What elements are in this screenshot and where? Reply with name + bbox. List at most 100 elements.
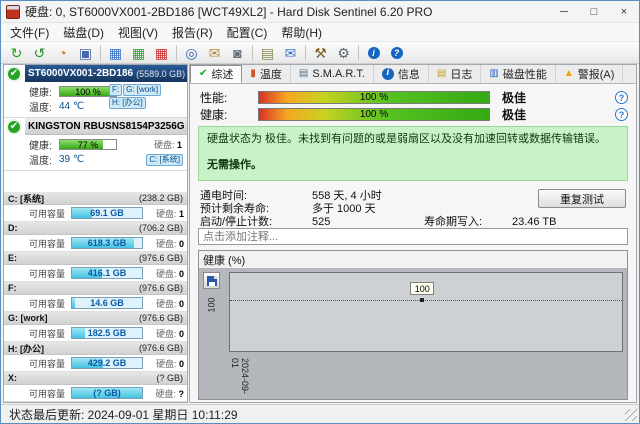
chart-plot[interactable]: 100 xyxy=(229,272,623,352)
status-bar: 状态最后更新: 2024-09-01 星期日 10:11:29 xyxy=(1,404,639,423)
resize-grip[interactable] xyxy=(625,409,637,421)
chart-x-tick: 2024-09-01 xyxy=(230,358,250,399)
title-bar[interactable]: 硬盘: 0, ST6000VX001-2BD186 [WCT49XL2] - H… xyxy=(1,1,639,23)
status-text: 硬盘状态为 极佳。未找到有问题的或是弱扇区以及没有加速回转或数据传输错误。 xyxy=(207,132,619,147)
temperature-tab-icon: ▮ xyxy=(250,69,256,79)
health-help-icon[interactable]: ? xyxy=(615,108,628,121)
disk-number-badge: 硬盘: 0 xyxy=(156,297,187,310)
tab-label: 信息 xyxy=(398,66,420,82)
help-icon-button[interactable]: ? xyxy=(385,43,408,63)
disk-number-badge: 硬盘: 1 xyxy=(154,138,185,151)
refresh-icon-button[interactable]: ↻ xyxy=(5,43,28,63)
temperature-chart-icon-button[interactable]: ▦ xyxy=(104,43,127,63)
performance-help-icon[interactable]: ? xyxy=(615,91,628,104)
disk-number-value: 0 xyxy=(179,359,184,369)
content-area: ✔ ST6000VX001-2BD186 (5589.0 GB) 硬盘: 0 健… xyxy=(3,64,637,403)
menu-item-config[interactable]: 配置(C) xyxy=(220,22,275,43)
tools-icon-button[interactable]: ⚒ xyxy=(309,43,332,63)
disk-item-1[interactable]: ✔ KINGSTON RBUSNS8154P3256G (238.5 GB) 健… xyxy=(4,118,187,171)
disk-size: (5589.0 GB) xyxy=(136,69,185,79)
partition-item-7[interactable]: Y:(? GB)可用容量(? GB)硬盘: ? xyxy=(4,402,187,403)
disk-number-badge: 硬盘: 0 xyxy=(156,267,187,280)
free-space-bar: 182.5 GB xyxy=(71,327,143,339)
disk-number-label: 硬盘: xyxy=(154,140,175,150)
toolbar-separator xyxy=(305,45,306,61)
tab-smart[interactable]: ▤S.M.A.R.T. xyxy=(291,65,374,83)
temperature-chart-icon: ▦ xyxy=(109,46,122,60)
tab-log[interactable]: ▤日志 xyxy=(429,65,481,83)
stat-row: 通电时间:558 天, 4 小时 xyxy=(200,190,556,202)
error-chart-icon-button[interactable]: ▦ xyxy=(150,43,173,63)
report-document-icon-button[interactable]: ▤ xyxy=(256,43,279,63)
minimize-button[interactable]: ─ xyxy=(549,1,579,22)
system-monitor-icon: ▣ xyxy=(79,46,92,60)
stat-value: 23.46 TB xyxy=(512,216,556,228)
partition-size: (976.6 GB) xyxy=(139,283,183,293)
tab-temperature[interactable]: ▮温度 xyxy=(242,65,291,83)
partition-item-5[interactable]: H: [办公](976.6 GB)可用容量429.2 GB硬盘: 0 xyxy=(4,342,187,372)
menu-item-report[interactable]: 报告(R) xyxy=(165,22,220,43)
close-button[interactable]: × xyxy=(609,1,639,22)
error-chart-icon: ▦ xyxy=(155,46,168,60)
partition-size: (238.2 GB) xyxy=(139,193,183,203)
disk-status-ok-icon: ✔ xyxy=(6,119,22,135)
disk-body: 健康: 100 % 温度: 44 ℃ F:G: [work]H: [办公] xyxy=(4,82,187,117)
partition-header: H: [办公](976.6 GB) xyxy=(4,342,187,355)
disk-item-0[interactable]: ✔ ST6000VX001-2BD186 (5589.0 GB) 硬盘: 0 健… xyxy=(4,65,187,118)
rescan-disks-icon-button[interactable]: ↺ xyxy=(28,43,51,63)
menu-item-disk[interactable]: 磁盘(D) xyxy=(56,22,111,43)
disk-number-value: 0 xyxy=(179,269,184,279)
performance-row: 性能: 100 % 极佳 ? xyxy=(200,90,628,104)
disk-number-label: 硬盘: xyxy=(156,329,177,339)
menu-item-file[interactable]: 文件(F) xyxy=(3,22,56,43)
free-space-label: 可用容量 xyxy=(29,357,71,370)
sidebar-gap xyxy=(4,171,187,192)
comment-input[interactable] xyxy=(198,228,628,245)
disk-number-badge: 硬盘: ? xyxy=(155,387,187,400)
volume-chip: C: [系统] xyxy=(146,154,183,166)
tab-overview[interactable]: ✔综述 xyxy=(190,65,242,83)
health-chart-icon-button[interactable]: ▦ xyxy=(127,43,150,63)
save-chart-button[interactable] xyxy=(203,272,220,289)
alerts-tab-icon: ▲ xyxy=(564,69,574,79)
disk-name: KINGSTON RBUSNS8154P3256G xyxy=(28,121,185,132)
partition-name: X: xyxy=(8,373,17,383)
partition-item-3[interactable]: F:(976.6 GB)可用容量14.6 GB硬盘: 0 xyxy=(4,282,187,312)
health-rating: 极佳 xyxy=(502,106,526,123)
volume-chip: G: [work] xyxy=(123,84,161,96)
performance-percent: 100 % xyxy=(259,92,489,103)
window-controls: ─ □ × xyxy=(549,1,639,22)
info-icon: i xyxy=(368,47,380,59)
health-bar: 77 % xyxy=(59,139,117,150)
maximize-button[interactable]: □ xyxy=(579,1,609,22)
partition-item-6[interactable]: X:(? GB)可用容量(? GB)硬盘: ? xyxy=(4,372,187,402)
partition-item-1[interactable]: D:(706.2 GB)可用容量618.3 GB硬盘: 0 xyxy=(4,222,187,252)
free-space-value: 429.2 GB xyxy=(72,358,142,368)
menu-item-help[interactable]: 帮助(H) xyxy=(274,22,329,43)
email-report-icon-button[interactable]: ✉ xyxy=(203,43,226,63)
info-icon-button[interactable]: i xyxy=(362,43,385,63)
send-mail-icon-button[interactable]: ✉ xyxy=(279,43,302,63)
health-row: 健康: 100 % 极佳 ? xyxy=(200,107,628,121)
tab-information[interactable]: i信息 xyxy=(374,65,429,83)
surface-test-icon-button[interactable]: ◎ xyxy=(180,43,203,63)
volume-chip: H: [办公] xyxy=(109,97,146,109)
settings-gear-icon-button[interactable]: ⚙ xyxy=(332,43,355,63)
stat-value: 558 天, 4 小时 xyxy=(312,190,424,202)
health-chart-panel: 健康 (%) 100 100 2024-09-01 xyxy=(198,250,628,400)
menu-item-view[interactable]: 视图(V) xyxy=(111,22,165,43)
menu-bar: 文件(F)磁盘(D)视图(V)报告(R)配置(C)帮助(H) xyxy=(1,23,639,42)
quick-test-gauge-icon-button[interactable]: ◔ xyxy=(51,43,74,63)
retest-button[interactable]: 重复测试 xyxy=(538,189,626,208)
partition-item-2[interactable]: E:(976.6 GB)可用容量416.1 GB硬盘: 0 xyxy=(4,252,187,282)
partition-item-0[interactable]: C: [系统](238.2 GB)可用容量69.1 GB硬盘: 1 xyxy=(4,192,187,222)
health-bar: 100 % xyxy=(258,108,490,121)
stat-label: 启动/停止计数: xyxy=(200,216,312,228)
health-label: 健康: xyxy=(29,84,59,99)
screenshot-icon-button[interactable]: ◙ xyxy=(226,43,249,63)
tab-disk-performance[interactable]: ▥磁盘性能 xyxy=(481,65,555,83)
partition-row: 可用容量416.1 GB硬盘: 0 xyxy=(4,265,187,281)
tab-alerts[interactable]: ▲警报(A) xyxy=(556,65,624,83)
system-monitor-icon-button[interactable]: ▣ xyxy=(74,43,97,63)
partition-item-4[interactable]: G: [work](976.6 GB)可用容量182.5 GB硬盘: 0 xyxy=(4,312,187,342)
